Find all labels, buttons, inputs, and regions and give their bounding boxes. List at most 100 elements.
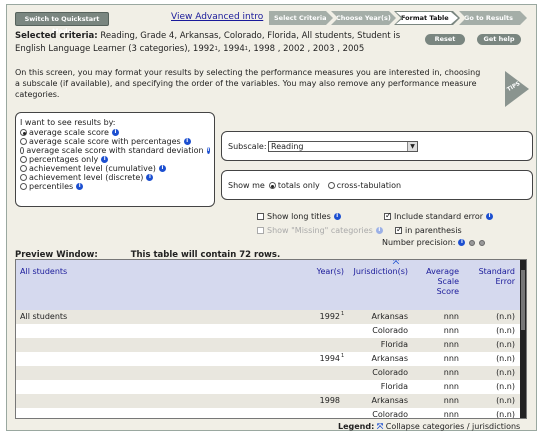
cell-avg: nnn xyxy=(443,312,459,321)
radio-icon[interactable] xyxy=(20,138,27,145)
header-avg-scale-score[interactable]: Average Scale Score xyxy=(421,267,459,297)
radio-totals-only[interactable] xyxy=(268,182,276,189)
cell-se: (n.n) xyxy=(496,312,515,321)
option-average-with-percentages[interactable]: average scale score with percentages i xyxy=(20,137,210,146)
cross-tabulation-label: cross-tabulation xyxy=(336,181,402,190)
header-std-error[interactable]: Standard Error xyxy=(473,267,515,287)
option-achievement-cumulative[interactable]: achievement level (cumulative) i xyxy=(20,164,210,173)
selected-criteria: Selected criteria: Reading, Grade 4, Ark… xyxy=(15,30,415,56)
quickstart-mode-button[interactable]: Switch to Quickstart Mode xyxy=(15,12,109,35)
info-icon: i xyxy=(375,227,383,234)
radio-icon[interactable] xyxy=(20,174,27,181)
info-icon[interactable]: i xyxy=(458,239,466,246)
long-titles-checkbox[interactable] xyxy=(257,213,264,220)
cell-se: (n.n) xyxy=(496,410,515,419)
parenthesis-checkbox[interactable] xyxy=(395,225,403,234)
se-line1: Standard xyxy=(478,267,515,276)
info-icon[interactable]: i xyxy=(486,213,494,220)
option-average-with-std-dev[interactable]: average scale score with standard deviat… xyxy=(20,146,210,155)
table-body: All students 1992 1 Arkansas nnn (n.n) Colorad… xyxy=(16,310,522,419)
scrollbar-thumb[interactable] xyxy=(521,270,525,330)
radio-icon[interactable] xyxy=(20,165,27,172)
step-choose-years[interactable]: Choose Year(s) xyxy=(331,11,396,25)
cell-jurisdiction: Arkansas xyxy=(371,312,408,321)
missing-label: Show "Missing" categories xyxy=(267,226,373,235)
info-icon[interactable]: i xyxy=(333,213,341,220)
subscale-value: Reading xyxy=(271,142,304,151)
show-me-row: Show me totals only cross-tabulation xyxy=(228,181,401,190)
cell-avg: nnn xyxy=(443,410,459,419)
table-row: Colorado nnn (n.n) xyxy=(16,324,522,338)
cell-jurisdiction: Arkansas xyxy=(371,354,408,363)
header-jurisdiction[interactable]: Jurisdiction(s) xyxy=(346,267,408,277)
cell-jurisdiction: Florida xyxy=(380,382,408,391)
include-std-error-option[interactable]: Include standard error i xyxy=(384,211,494,221)
cell-avg: nnn xyxy=(443,340,459,349)
cell-year: 1994 xyxy=(319,354,340,363)
info-icon[interactable]: i xyxy=(158,165,166,172)
std-error-checkbox[interactable] xyxy=(384,211,392,220)
in-parenthesis-option[interactable]: in parenthesis xyxy=(395,225,462,235)
subscale-select[interactable]: Reading ▼ xyxy=(268,141,418,152)
criteria-text3: , 1998 , 2002 , 2003 , 2005 xyxy=(247,44,365,54)
cell-se: (n.n) xyxy=(496,340,515,349)
advanced-intro-link[interactable]: View Advanced intro xyxy=(171,12,263,22)
radio-icon[interactable] xyxy=(20,147,25,154)
step-select-criteria[interactable]: Select Criteria xyxy=(269,11,333,25)
preview-table: All students Year(s) ⤧ Jurisdiction(s) A… xyxy=(15,259,527,419)
chevron-down-icon[interactable]: ▼ xyxy=(407,142,417,151)
cell-group: All students xyxy=(20,312,68,321)
cell-se: (n.n) xyxy=(496,354,515,363)
reset-button[interactable]: Reset xyxy=(425,34,465,45)
avg-line2: Scale xyxy=(437,277,459,286)
precision-label: Number precision: xyxy=(382,238,456,247)
legend-label: Legend: xyxy=(338,422,375,431)
info-icon[interactable]: i xyxy=(146,174,154,181)
parenthesis-label: in parenthesis xyxy=(405,226,462,235)
option-label: average scale score with standard deviat… xyxy=(26,146,204,155)
radio-icon[interactable] xyxy=(20,156,27,163)
step-go-to-results[interactable]: Go to Results xyxy=(459,11,527,25)
radio-cross-tabulation[interactable] xyxy=(327,182,335,189)
se-line2: Error xyxy=(495,277,516,286)
intro-text: On this screen, you may format your resu… xyxy=(15,68,481,99)
option-percentiles[interactable]: percentiles i xyxy=(20,182,210,191)
cell-se: (n.n) xyxy=(496,396,515,405)
criteria-text2: , 1994 xyxy=(217,44,245,54)
radio-icon[interactable] xyxy=(20,129,27,136)
option-achievement-discrete[interactable]: achievement level (discrete) i xyxy=(20,173,210,182)
table-header: All students Year(s) ⤧ Jurisdiction(s) A… xyxy=(16,260,522,310)
precision-decrease-icon[interactable] xyxy=(469,239,476,246)
criteria-label: Selected criteria: xyxy=(15,31,98,41)
show-long-titles-option[interactable]: Show long titles i xyxy=(257,212,341,221)
missing-checkbox xyxy=(257,227,264,234)
cell-year: 1992 xyxy=(319,312,340,321)
info-icon[interactable]: i xyxy=(183,138,191,145)
option-average-scale-score[interactable]: average scale score i xyxy=(20,128,210,137)
get-help-button[interactable]: Get help xyxy=(477,34,521,45)
collapse-icon[interactable]: ⤧ xyxy=(386,260,406,267)
tips-tab[interactable]: TIPS xyxy=(505,71,529,107)
option-percentages-only[interactable]: percentages only i xyxy=(20,155,210,164)
cell-jurisdiction: Colorado xyxy=(372,368,408,377)
cell-jurisdiction: Colorado xyxy=(372,410,408,419)
cell-avg: nnn xyxy=(443,326,459,335)
step-format-table[interactable]: Format Table xyxy=(396,12,458,24)
header-group[interactable]: All students xyxy=(20,267,67,277)
table-row: Colorado nnn (n.n) xyxy=(16,408,522,419)
info-icon[interactable]: i xyxy=(76,183,84,190)
option-label: average scale score with percentages xyxy=(29,137,181,146)
info-icon[interactable]: i xyxy=(206,147,210,154)
info-icon[interactable]: i xyxy=(111,129,119,136)
option-label: average scale score xyxy=(29,128,109,137)
info-icon[interactable]: i xyxy=(101,156,109,163)
header-year[interactable]: Year(s) xyxy=(306,267,344,277)
precision-increase-icon[interactable] xyxy=(479,239,486,246)
avg-line1: Average xyxy=(426,267,459,276)
radio-icon[interactable] xyxy=(20,183,27,190)
long-titles-label: Show long titles xyxy=(267,212,331,221)
results-by-panel: I want to see results by: average scale … xyxy=(15,112,215,207)
table-row: 1994 1 Arkansas nnn (n.n) xyxy=(16,352,522,366)
cell-jurisdiction: Colorado xyxy=(372,326,408,335)
table-scrollbar[interactable] xyxy=(520,260,526,418)
